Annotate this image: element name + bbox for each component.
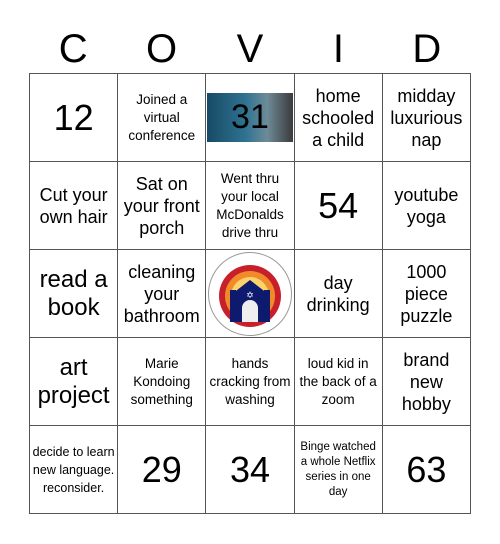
- bingo-cell[interactable]: 12: [28, 73, 119, 162]
- bingo-cell[interactable]: day drinking: [293, 249, 383, 338]
- svg-text:✡: ✡: [247, 290, 255, 300]
- bingo-cell[interactable]: Joined a virtual conference: [117, 73, 207, 162]
- bingo-cell[interactable]: art project: [28, 337, 119, 426]
- header-letter: D: [412, 27, 442, 71]
- bingo-cell[interactable]: 63: [381, 425, 472, 514]
- bingo-cell[interactable]: 1000 piece puzzle: [381, 249, 472, 338]
- bingo-cell[interactable]: brand new hobby: [381, 337, 472, 426]
- bingo-header: C O V I D: [29, 24, 471, 74]
- bingo-cell[interactable]: cleaning your bathroom: [117, 249, 207, 338]
- header-letter: V: [236, 27, 264, 71]
- bingo-cell[interactable]: loud kid in the back of a zoom: [293, 337, 383, 426]
- bingo-cell[interactable]: Went thru your local McDonalds drive thr…: [205, 161, 295, 250]
- bingo-cell[interactable]: read a book: [28, 249, 119, 338]
- bingo-cell[interactable]: hands cracking from washing: [205, 337, 295, 426]
- bingo-cell[interactable]: midday luxurious nap: [381, 73, 472, 162]
- bingo-cell[interactable]: home schooled a child: [293, 73, 383, 162]
- bingo-cell[interactable]: 34: [205, 425, 295, 514]
- bingo-cell[interactable]: Binge watched a whole Netflix series in …: [293, 425, 383, 514]
- mask-photo-image: 31: [207, 93, 293, 142]
- synagogue-logo-icon: ✡: [208, 251, 293, 336]
- bingo-cell[interactable]: Marie Kondoing something: [117, 337, 207, 426]
- bingo-cell[interactable]: youtube yoga: [381, 161, 472, 250]
- header-letter: C: [58, 27, 88, 71]
- bingo-cell[interactable]: decide to learn new language. reconsider…: [28, 425, 119, 514]
- bingo-cell[interactable]: 29: [117, 425, 207, 514]
- cell-number: 31: [231, 98, 269, 136]
- bingo-cell[interactable]: 31: [205, 73, 295, 162]
- bingo-board: 12 Joined a virtual conference 31 home s…: [28, 73, 472, 514]
- header-letter: O: [146, 27, 178, 71]
- bingo-cell[interactable]: Cut your own hair: [28, 161, 119, 250]
- bingo-cell[interactable]: 54: [293, 161, 383, 250]
- header-letter: I: [332, 27, 344, 71]
- bingo-cell[interactable]: Sat on your front porch: [117, 161, 207, 250]
- free-space-cell[interactable]: ✡: [205, 249, 295, 338]
